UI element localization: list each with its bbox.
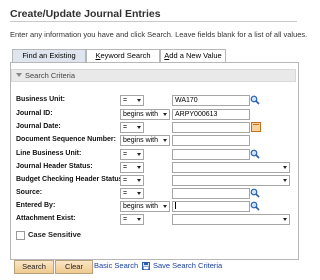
- journal-date-label: Journal Date:: [16, 123, 61, 130]
- dropdown-arrow-icon: [283, 218, 287, 221]
- business-unit-label: Business Unit:: [16, 96, 66, 103]
- journal-header-status-operator[interactable]: =: [120, 162, 144, 173]
- dropdown-arrow-icon: [137, 166, 141, 169]
- search-button-label: Search: [22, 262, 46, 271]
- business-unit-input[interactable]: WA170: [172, 95, 250, 106]
- dropdown-arrow-icon: [163, 113, 167, 116]
- attachment-exist-label: Attachment Exist:: [16, 215, 76, 222]
- budget-checking-header-status-operator[interactable]: =: [120, 175, 144, 186]
- tab-find-existing-value[interactable]: Find an Existing Value: [12, 49, 86, 72]
- source-operator-value: =: [123, 190, 128, 197]
- dropdown-arrow-icon: [283, 166, 287, 169]
- clear-button[interactable]: Clear: [55, 260, 93, 274]
- search-criteria-title: Search Criteria: [25, 71, 76, 80]
- journal-header-status-select[interactable]: [172, 162, 290, 173]
- attachment-exist-operator-value: =: [123, 216, 128, 223]
- business-unit-search-icon[interactable]: [250, 95, 260, 105]
- dropdown-arrow-icon: [137, 126, 141, 129]
- entered-by-label: Entered By:: [16, 202, 56, 209]
- entered-by-operator[interactable]: begins with: [120, 201, 170, 212]
- tab-keyword-search[interactable]: Keyword Search: [86, 49, 160, 62]
- dropdown-arrow-icon: [163, 139, 167, 142]
- page-instructions: Enter any information you have and click…: [10, 30, 308, 39]
- line-business-unit-input[interactable]: [172, 149, 250, 160]
- source-operator[interactable]: =: [120, 188, 144, 199]
- budget-checking-header-status-select[interactable]: [172, 175, 290, 186]
- document-sequence-number-label: Document Sequence Number:: [16, 136, 116, 143]
- entered-by-input[interactable]: [172, 201, 250, 212]
- journal-header-status-operator-value: =: [123, 164, 128, 171]
- journal-id-value: ARPY000613: [175, 111, 218, 118]
- attachment-exist-select[interactable]: [172, 214, 290, 225]
- entered-by-operator-value: begins with: [123, 203, 159, 210]
- journal-date-input[interactable]: [172, 122, 250, 133]
- source-input[interactable]: [172, 188, 250, 199]
- journal-date-operator[interactable]: =: [120, 122, 144, 133]
- tab-add-new-value[interactable]: Add a New Value: [160, 49, 226, 62]
- collapse-triangle-icon: [16, 73, 22, 77]
- page-title: Create/Update Journal Entries: [10, 8, 161, 20]
- line-business-unit-label: Line Business Unit:: [16, 150, 82, 157]
- business-unit-operator[interactable]: =: [120, 95, 144, 106]
- source-label: Source:: [16, 189, 43, 196]
- dropdown-arrow-icon: [137, 218, 141, 221]
- text-cursor: [175, 202, 176, 209]
- attachment-exist-operator[interactable]: =: [120, 214, 144, 225]
- journal-id-operator-value: begins with: [123, 111, 159, 118]
- document-sequence-number-operator[interactable]: begins with: [120, 135, 170, 146]
- budget-checking-header-status-operator-value: =: [123, 177, 128, 184]
- journal-id-operator[interactable]: begins with: [120, 109, 170, 120]
- save-search-criteria-link[interactable]: Save Search Criteria: [153, 260, 222, 272]
- line-business-unit-search-icon[interactable]: [250, 149, 260, 159]
- document-sequence-number-operator-value: begins with: [123, 137, 159, 144]
- source-search-icon[interactable]: [250, 188, 260, 198]
- search-button[interactable]: Search: [14, 260, 54, 274]
- dropdown-arrow-icon: [163, 205, 167, 208]
- dropdown-arrow-icon: [137, 192, 141, 195]
- line-business-unit-operator-value: =: [123, 151, 128, 158]
- journal-date-operator-value: =: [123, 124, 128, 131]
- search-criteria-header[interactable]: Search Criteria: [11, 69, 296, 82]
- journal-id-input[interactable]: ARPY000613: [172, 109, 250, 120]
- document-sequence-number-input[interactable]: [172, 135, 250, 146]
- business-unit-value: WA170: [175, 97, 198, 104]
- line-business-unit-operator[interactable]: =: [120, 149, 144, 160]
- dropdown-arrow-icon: [137, 153, 141, 156]
- case-sensitive-label: Case Sensitive: [28, 230, 81, 239]
- dropdown-arrow-icon: [137, 99, 141, 102]
- clear-button-label: Clear: [65, 262, 83, 271]
- budget-checking-header-status-label: Budget Checking Header Status:: [16, 176, 125, 183]
- entered-by-search-icon[interactable]: [250, 201, 260, 211]
- business-unit-operator-value: =: [123, 97, 128, 104]
- calendar-icon[interactable]: [251, 122, 261, 132]
- journal-header-status-label: Journal Header Status:: [16, 163, 93, 170]
- tab-add-new-value-label: dd a New Value: [169, 51, 222, 60]
- tab-keyword-search-label: eyword Search: [100, 51, 151, 60]
- basic-search-link[interactable]: Basic Search: [94, 260, 138, 272]
- save-search-criteria-icon[interactable]: [142, 262, 150, 270]
- dropdown-arrow-icon: [283, 179, 287, 182]
- journal-id-label: Journal ID:: [16, 110, 53, 117]
- title-divider: [10, 21, 297, 22]
- case-sensitive-checkbox[interactable]: [16, 231, 25, 240]
- dropdown-arrow-icon: [137, 179, 141, 182]
